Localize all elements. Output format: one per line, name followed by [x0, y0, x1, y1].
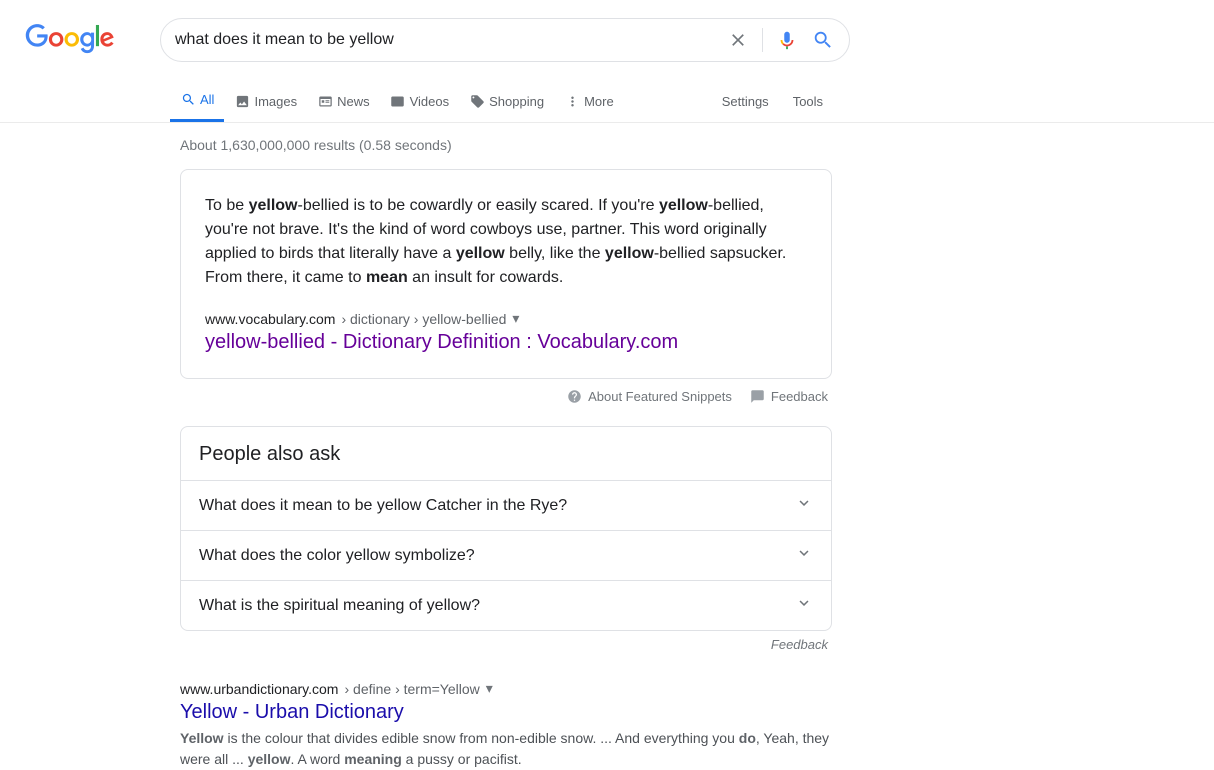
paa-feedback[interactable]: Feedback [771, 637, 828, 652]
help-icon [567, 389, 582, 404]
tab-news-label: News [337, 94, 370, 109]
result-description: Yellow is the colour that divides edible… [180, 728, 832, 770]
paa-question[interactable]: What is the spiritual meaning of yellow? [181, 580, 831, 630]
snippet-cite[interactable]: www.vocabulary.com › dictionary › yellow… [205, 310, 807, 327]
search-result: www.urbandictionary.com › define › term=… [180, 680, 832, 770]
videos-icon [390, 93, 406, 109]
chevron-down-icon [795, 544, 813, 567]
paa-question[interactable]: What does it mean to be yellow Catcher i… [181, 480, 831, 530]
about-featured-snippets[interactable]: About Featured Snippets [567, 389, 732, 404]
tab-videos[interactable]: Videos [380, 80, 460, 122]
feedback-icon [750, 389, 765, 404]
paa-question-text: What is the spiritual meaning of yellow? [199, 597, 480, 615]
tab-images-label: Images [254, 94, 297, 109]
tools-link[interactable]: Tools [793, 80, 823, 122]
tab-news[interactable]: News [307, 80, 380, 122]
clear-icon[interactable] [726, 28, 750, 52]
cite-path: › define › term=Yellow [344, 681, 479, 697]
search-icon[interactable] [811, 28, 835, 52]
snippet-text: To be yellow-bellied is to be cowardly o… [205, 194, 807, 290]
voice-search-icon[interactable] [775, 28, 799, 52]
paa-question-text: What does the color yellow symbolize? [199, 547, 475, 565]
paa-title: People also ask [181, 427, 831, 480]
shopping-icon [469, 93, 485, 109]
tab-more[interactable]: More [554, 80, 624, 122]
result-cite[interactable]: www.urbandictionary.com › define › term=… [180, 680, 832, 697]
search-small-icon [180, 92, 196, 108]
cite-domain: www.vocabulary.com [205, 311, 335, 327]
cite-path: › dictionary › yellow-bellied [341, 311, 506, 327]
dropdown-icon[interactable]: ▾ [486, 680, 493, 697]
search-tabs: All Images News Videos Shopping More Set… [170, 80, 1214, 122]
tab-all-label: All [200, 92, 214, 107]
tab-all[interactable]: All [170, 80, 224, 122]
tab-more-label: More [584, 94, 614, 109]
paa-question-text: What does it mean to be yellow Catcher i… [199, 497, 567, 515]
result-title-link[interactable]: Yellow - Urban Dictionary [180, 701, 404, 724]
snippet-title-link[interactable]: yellow-bellied - Dictionary Definition :… [205, 331, 678, 354]
chevron-down-icon [795, 594, 813, 617]
tab-shopping-label: Shopping [489, 94, 544, 109]
dropdown-icon[interactable]: ▾ [512, 310, 519, 327]
tab-images[interactable]: Images [224, 80, 307, 122]
search-input[interactable] [175, 31, 726, 49]
more-icon [564, 93, 580, 109]
settings-link[interactable]: Settings [722, 80, 769, 122]
news-icon [317, 93, 333, 109]
tab-videos-label: Videos [410, 94, 450, 109]
featured-snippet: To be yellow-bellied is to be cowardly o… [180, 169, 832, 379]
separator [762, 28, 763, 52]
google-logo[interactable] [24, 24, 116, 54]
paa-question[interactable]: What does the color yellow symbolize? [181, 530, 831, 580]
search-bar[interactable] [160, 18, 850, 62]
tab-shopping[interactable]: Shopping [459, 80, 554, 122]
people-also-ask: People also ask What does it mean to be … [180, 426, 832, 631]
result-stats: About 1,630,000,000 results (0.58 second… [180, 123, 832, 169]
images-icon [234, 93, 250, 109]
snippet-feedback[interactable]: Feedback [750, 389, 828, 404]
chevron-down-icon [795, 494, 813, 517]
cite-domain: www.urbandictionary.com [180, 681, 338, 697]
